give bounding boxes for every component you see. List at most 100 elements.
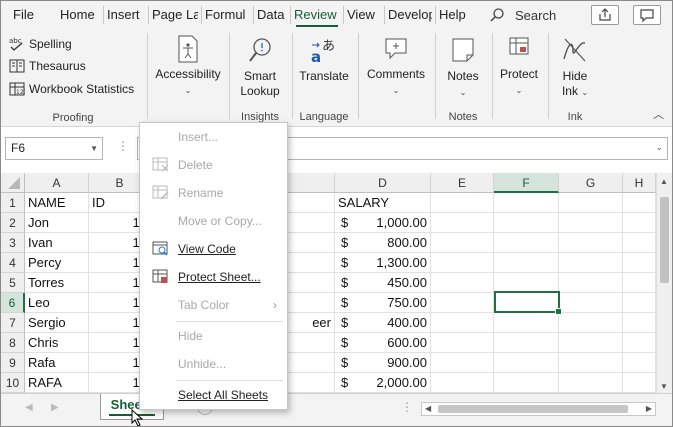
empty-cell[interactable] <box>431 273 494 293</box>
tab-help[interactable]: Help <box>439 1 471 29</box>
row-header[interactable]: 2 <box>1 213 25 233</box>
empty-cell[interactable] <box>431 193 494 213</box>
tab-page-layout[interactable]: Page La <box>152 1 198 29</box>
empty-cell[interactable] <box>623 253 656 273</box>
cell-salary[interactable]: SALARY <box>335 193 431 213</box>
scroll-up-icon[interactable]: ▲ <box>660 177 668 186</box>
empty-cell[interactable] <box>494 353 559 373</box>
cell-name[interactable]: Rafa <box>25 353 89 373</box>
column-header-e[interactable]: E <box>431 173 494 193</box>
empty-cell[interactable] <box>431 313 494 333</box>
notes-button[interactable]: Notes ⌄ <box>441 37 485 100</box>
empty-cell[interactable] <box>559 313 623 333</box>
smart-lookup-button[interactable]: Smart Lookup <box>235 37 285 99</box>
cell-name[interactable]: RAFA <box>25 373 89 393</box>
tab-file[interactable]: File <box>1 1 45 29</box>
chevron-down-icon[interactable]: ▼ <box>90 138 98 159</box>
scroll-left-icon[interactable]: ◀ <box>425 404 431 413</box>
column-header-f[interactable]: F <box>494 173 559 193</box>
empty-cell[interactable] <box>494 333 559 353</box>
menu-item-rename[interactable]: Rename <box>140 179 287 207</box>
cell-salary[interactable]: $400.00 <box>335 313 431 333</box>
empty-cell[interactable] <box>431 253 494 273</box>
active-cell-f6[interactable] <box>494 291 562 315</box>
row-header[interactable]: 10 <box>1 373 25 393</box>
empty-cell[interactable] <box>431 213 494 233</box>
empty-cell[interactable] <box>431 333 494 353</box>
row-header[interactable]: 5 <box>1 273 25 293</box>
horizontal-scrollbar[interactable]: ◀ ▶ <box>421 402 656 416</box>
empty-cell[interactable] <box>623 193 656 213</box>
empty-cell[interactable] <box>494 373 559 393</box>
tab-developer[interactable]: Develop <box>388 1 432 29</box>
menu-item-insert[interactable]: Insert... <box>140 123 287 151</box>
cell-name[interactable]: Torres <box>25 273 89 293</box>
row-header[interactable]: 3 <box>1 233 25 253</box>
name-box[interactable]: F6 ▼ <box>5 137 103 160</box>
tab-formulas[interactable]: Formul <box>205 1 250 29</box>
cell-salary[interactable]: $1,300.00 <box>335 253 431 273</box>
more-options-icon[interactable]: ⋮ <box>401 400 413 414</box>
menu-item-select-all-sheets[interactable]: Select All Sheets <box>140 381 287 409</box>
cell-name[interactable]: Ivan <box>25 233 89 253</box>
share-button[interactable] <box>591 5 619 25</box>
translate-button[interactable]: aあ Translate <box>297 37 351 84</box>
menu-item-unhide[interactable]: Unhide... <box>140 350 287 378</box>
empty-cell[interactable] <box>623 353 656 373</box>
cell-name[interactable]: Chris <box>25 333 89 353</box>
empty-cell[interactable] <box>494 273 559 293</box>
empty-cell[interactable] <box>431 373 494 393</box>
empty-cell[interactable] <box>559 193 623 213</box>
empty-cell[interactable] <box>494 233 559 253</box>
cell-salary[interactable]: $1,000.00 <box>335 213 431 233</box>
empty-cell[interactable] <box>559 253 623 273</box>
cell-salary[interactable]: $750.00 <box>335 293 431 313</box>
tab-home[interactable]: Home <box>45 1 100 29</box>
empty-cell[interactable] <box>431 353 494 373</box>
empty-cell[interactable] <box>559 373 623 393</box>
empty-cell[interactable] <box>431 293 494 313</box>
workbook-statistics-button[interactable]: 123 Workbook Statistics <box>9 82 134 96</box>
tab-view[interactable]: View <box>347 1 381 29</box>
cell-name[interactable]: Percy <box>25 253 89 273</box>
row-header[interactable]: 7 <box>1 313 25 333</box>
menu-item-hide[interactable]: Hide <box>140 322 287 350</box>
hide-ink-button[interactable]: Hide Ink ⌄ <box>553 35 597 100</box>
cell-salary[interactable]: $600.00 <box>335 333 431 353</box>
cell-salary[interactable]: $800.00 <box>335 233 431 253</box>
menu-item-move-or-copy[interactable]: Move or Copy... <box>140 207 287 235</box>
tab-insert[interactable]: Insert <box>107 1 145 29</box>
tab-data[interactable]: Data <box>257 1 287 29</box>
column-header-a[interactable]: A <box>25 173 89 193</box>
empty-cell[interactable] <box>559 233 623 253</box>
empty-cell[interactable] <box>623 293 656 313</box>
row-header[interactable]: 8 <box>1 333 25 353</box>
row-header[interactable]: 1 <box>1 193 25 213</box>
horizontal-scrollbar-thumb[interactable] <box>438 405 628 413</box>
spelling-button[interactable]: abc Spelling <box>9 37 72 51</box>
menu-item-delete[interactable]: Delete <box>140 151 287 179</box>
cell-name[interactable]: NAME <box>25 193 89 213</box>
empty-cell[interactable] <box>494 253 559 273</box>
empty-cell[interactable] <box>623 213 656 233</box>
column-header-g[interactable]: G <box>559 173 623 193</box>
scroll-down-icon[interactable]: ▼ <box>660 382 668 391</box>
empty-cell[interactable] <box>494 193 559 213</box>
empty-cell[interactable] <box>559 333 623 353</box>
comments-ribbon-button[interactable]: Comments ⌄ <box>363 35 429 98</box>
expand-formula-bar-icon[interactable]: ⌄ <box>655 142 663 153</box>
accessibility-button[interactable]: Accessibility ⌄ <box>153 35 223 98</box>
column-header-h[interactable]: H <box>623 173 656 193</box>
empty-cell[interactable] <box>559 293 623 313</box>
vertical-scrollbar[interactable]: ▲ ▼ <box>656 173 672 393</box>
cell-name[interactable]: Sergio <box>25 313 89 333</box>
column-header-d[interactable]: D <box>335 173 431 193</box>
menu-item-protect-sheet[interactable]: Protect Sheet... <box>140 263 287 291</box>
empty-cell[interactable] <box>623 333 656 353</box>
cell-salary[interactable]: $900.00 <box>335 353 431 373</box>
comments-button[interactable] <box>633 5 661 25</box>
empty-cell[interactable] <box>494 213 559 233</box>
empty-cell[interactable] <box>559 273 623 293</box>
empty-cell[interactable] <box>623 313 656 333</box>
cell-salary[interactable]: $450.00 <box>335 273 431 293</box>
